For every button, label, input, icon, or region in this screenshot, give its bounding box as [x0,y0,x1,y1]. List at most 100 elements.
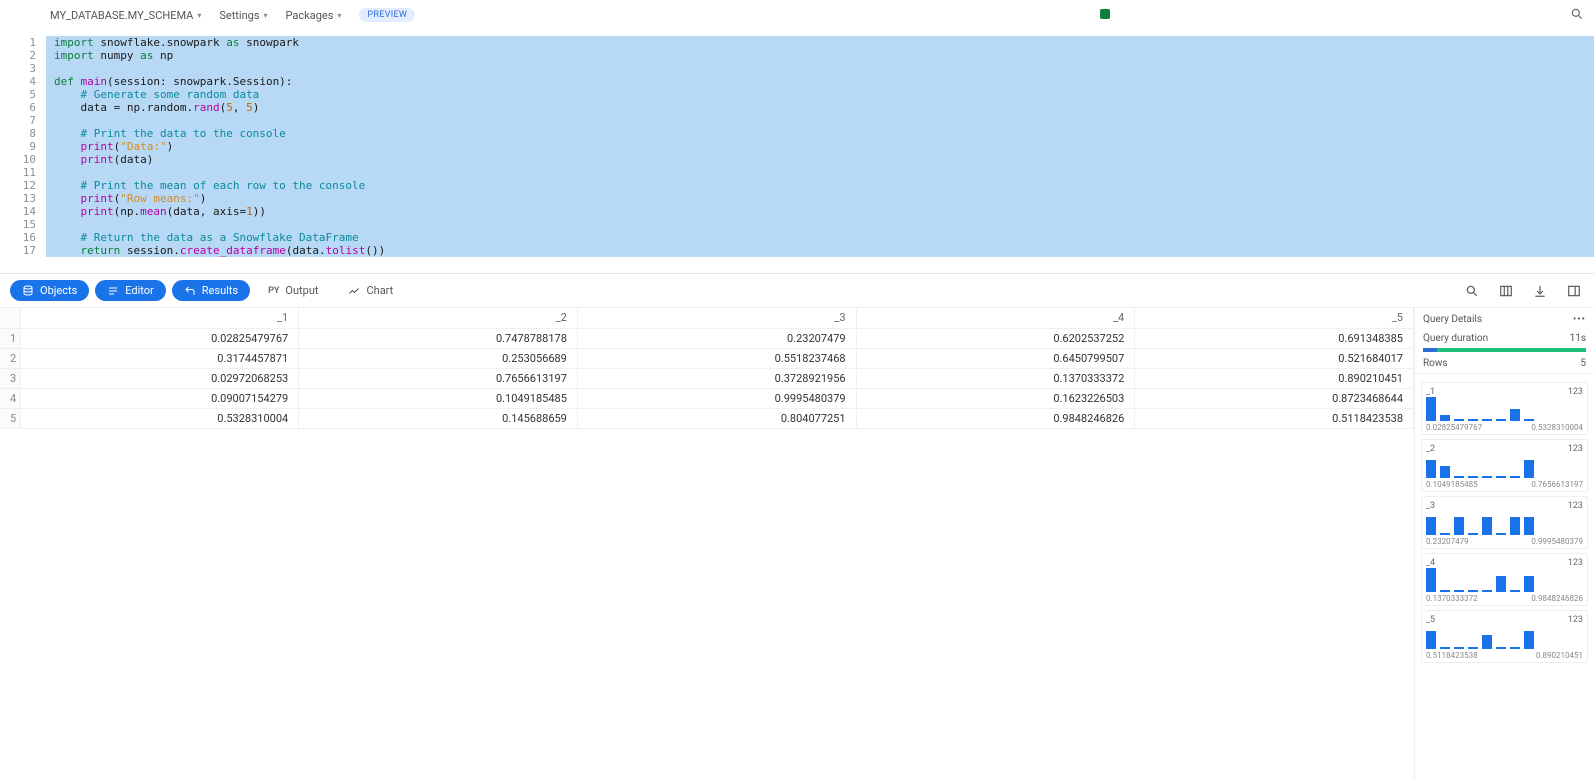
code-line[interactable]: print(np.mean(data, axis=1)) [46,205,1594,218]
column-header[interactable]: _1 [20,308,299,328]
editor-button[interactable]: Editor [95,280,166,301]
column-histogram[interactable]: _21230.10491854850.7656613197 [1421,439,1588,492]
code-line[interactable]: print("Data:") [46,140,1594,153]
cell[interactable]: 0.521684017 [1135,348,1414,368]
line-number: 7 [0,114,46,127]
column-histogram[interactable]: _1 123 0.02825479767 0.5328310004 [1421,382,1588,435]
hist-type-label: 123 [1568,387,1583,397]
cell[interactable]: 0.7478788178 [299,328,578,348]
editor-label: Editor [125,284,154,297]
code-line[interactable] [46,62,1594,75]
run-indicator-icon[interactable] [1100,9,1110,19]
cell[interactable]: 0.02972068253 [20,368,299,388]
cell[interactable]: 0.253056689 [299,348,578,368]
cell[interactable]: 0.02825479767 [20,328,299,348]
code-line[interactable]: data = np.random.rand(5, 5) [46,101,1594,114]
table-row[interactable]: 30.029720682530.76566131970.37289219560.… [0,368,1414,388]
hist-max: 0.890210451 [1536,651,1583,660]
cell[interactable]: 0.5518237468 [577,348,856,368]
column-header[interactable]: _4 [856,308,1135,328]
hist-column-name: _2 [1426,444,1435,454]
packages-menu[interactable]: Packages ▾ [286,9,342,22]
hist-bars [1426,454,1583,480]
objects-button[interactable]: Objects [10,280,89,301]
code-line[interactable]: # Generate some random data [46,88,1594,101]
cell[interactable]: 0.3728921956 [577,368,856,388]
cell[interactable]: 0.09007154279 [20,388,299,408]
column-histogram[interactable]: _31230.232074790.9995480379 [1421,496,1588,549]
cell[interactable]: 0.691348385 [1135,328,1414,348]
cell[interactable]: 0.6202537252 [856,328,1135,348]
cell[interactable]: 0.5328310004 [20,408,299,428]
context-picker[interactable]: MY_DATABASE.MY_SCHEMA ▾ [50,9,201,22]
column-header[interactable]: _2 [299,308,578,328]
worksheet-toolbar: MY_DATABASE.MY_SCHEMA ▾ Settings ▾ Packa… [0,0,1594,30]
hist-max: 0.5328310004 [1531,423,1583,432]
code-line[interactable] [46,114,1594,127]
code-line[interactable] [46,166,1594,179]
code-line[interactable]: # Print the mean of each row to the cons… [46,179,1594,192]
columns-icon[interactable] [1496,281,1516,301]
lines-icon [107,285,119,297]
code-line[interactable]: print(data) [46,153,1594,166]
cell[interactable]: 0.3174457871 [20,348,299,368]
line-number: 6 [0,101,46,114]
cell[interactable]: 0.1370333372 [856,368,1135,388]
results-table-pane[interactable]: _1_2_3_4_5 10.028254797670.74787881780.2… [0,308,1414,780]
line-gutter: 1234567891011121314151617 [0,30,46,273]
line-number: 12 [0,179,46,192]
code-line[interactable] [46,218,1594,231]
code-line[interactable]: # Print the data to the console [46,127,1594,140]
column-histogram[interactable]: _41230.13703333720.9848246826 [1421,553,1588,606]
chart-label: Chart [366,284,393,297]
cell[interactable]: 0.6450799507 [856,348,1135,368]
hist-type-label: 123 [1568,558,1583,568]
code-line[interactable]: import snowflake.snowpark as snowpark [46,36,1594,49]
results-table[interactable]: _1_2_3_4_5 10.028254797670.74787881780.2… [0,308,1414,429]
panel-toggle-icon[interactable] [1564,281,1584,301]
hist-type-label: 123 [1568,444,1583,454]
code-area[interactable]: import snowflake.snowpark as snowparkimp… [46,30,1594,273]
cell[interactable]: 0.145688659 [299,408,578,428]
output-button[interactable]: PY Output [256,280,330,301]
cell[interactable]: 0.1623226503 [856,388,1135,408]
hist-min: 0.02825479767 [1426,423,1482,432]
column-header[interactable]: _5 [1135,308,1414,328]
hist-column-name: _1 [1426,387,1435,397]
cell[interactable]: 0.804077251 [577,408,856,428]
code-line[interactable]: print("Row means:") [46,192,1594,205]
column-header[interactable]: _3 [577,308,856,328]
cell[interactable]: 0.9848246826 [856,408,1135,428]
cell[interactable]: 0.890210451 [1135,368,1414,388]
more-icon[interactable]: ••• [1573,314,1586,325]
table-row[interactable]: 20.31744578710.2530566890.55182374680.64… [0,348,1414,368]
results-button[interactable]: Results [172,280,250,301]
code-line[interactable]: # Return the data as a Snowflake DataFra… [46,231,1594,244]
cell[interactable]: 0.5118423538 [1135,408,1414,428]
cell[interactable]: 0.7656613197 [299,368,578,388]
query-details-title: Query Details [1423,314,1482,325]
chevron-down-icon: ▾ [337,11,341,20]
chart-button[interactable]: Chart [336,280,405,301]
code-line[interactable]: return session.create_dataframe(data.tol… [46,244,1594,257]
rows-label: Rows [1423,358,1448,369]
cell[interactable]: 0.9995480379 [577,388,856,408]
download-icon[interactable] [1530,281,1550,301]
settings-menu[interactable]: Settings ▾ [219,9,267,22]
table-row[interactable]: 10.028254797670.74787881780.232074790.62… [0,328,1414,348]
code-line[interactable]: def main(session: snowpark.Session): [46,75,1594,88]
line-number: 15 [0,218,46,231]
column-histogram[interactable]: _51230.51184235380.890210451 [1421,610,1588,663]
table-row[interactable]: 50.53283100040.1456886590.8040772510.984… [0,408,1414,428]
code-editor[interactable]: 1234567891011121314151617 import snowfla… [0,30,1594,274]
cell[interactable]: 0.1049185485 [299,388,578,408]
cell[interactable]: 0.23207479 [577,328,856,348]
chart-icon [348,285,360,297]
cell[interactable]: 0.8723468644 [1135,388,1414,408]
code-line[interactable]: import numpy as np [46,49,1594,62]
output-label: Output [285,284,318,297]
table-row[interactable]: 40.090071542790.10491854850.99954803790.… [0,388,1414,408]
line-number: 13 [0,192,46,205]
search-icon[interactable] [1570,7,1584,24]
search-results-icon[interactable] [1462,281,1482,301]
